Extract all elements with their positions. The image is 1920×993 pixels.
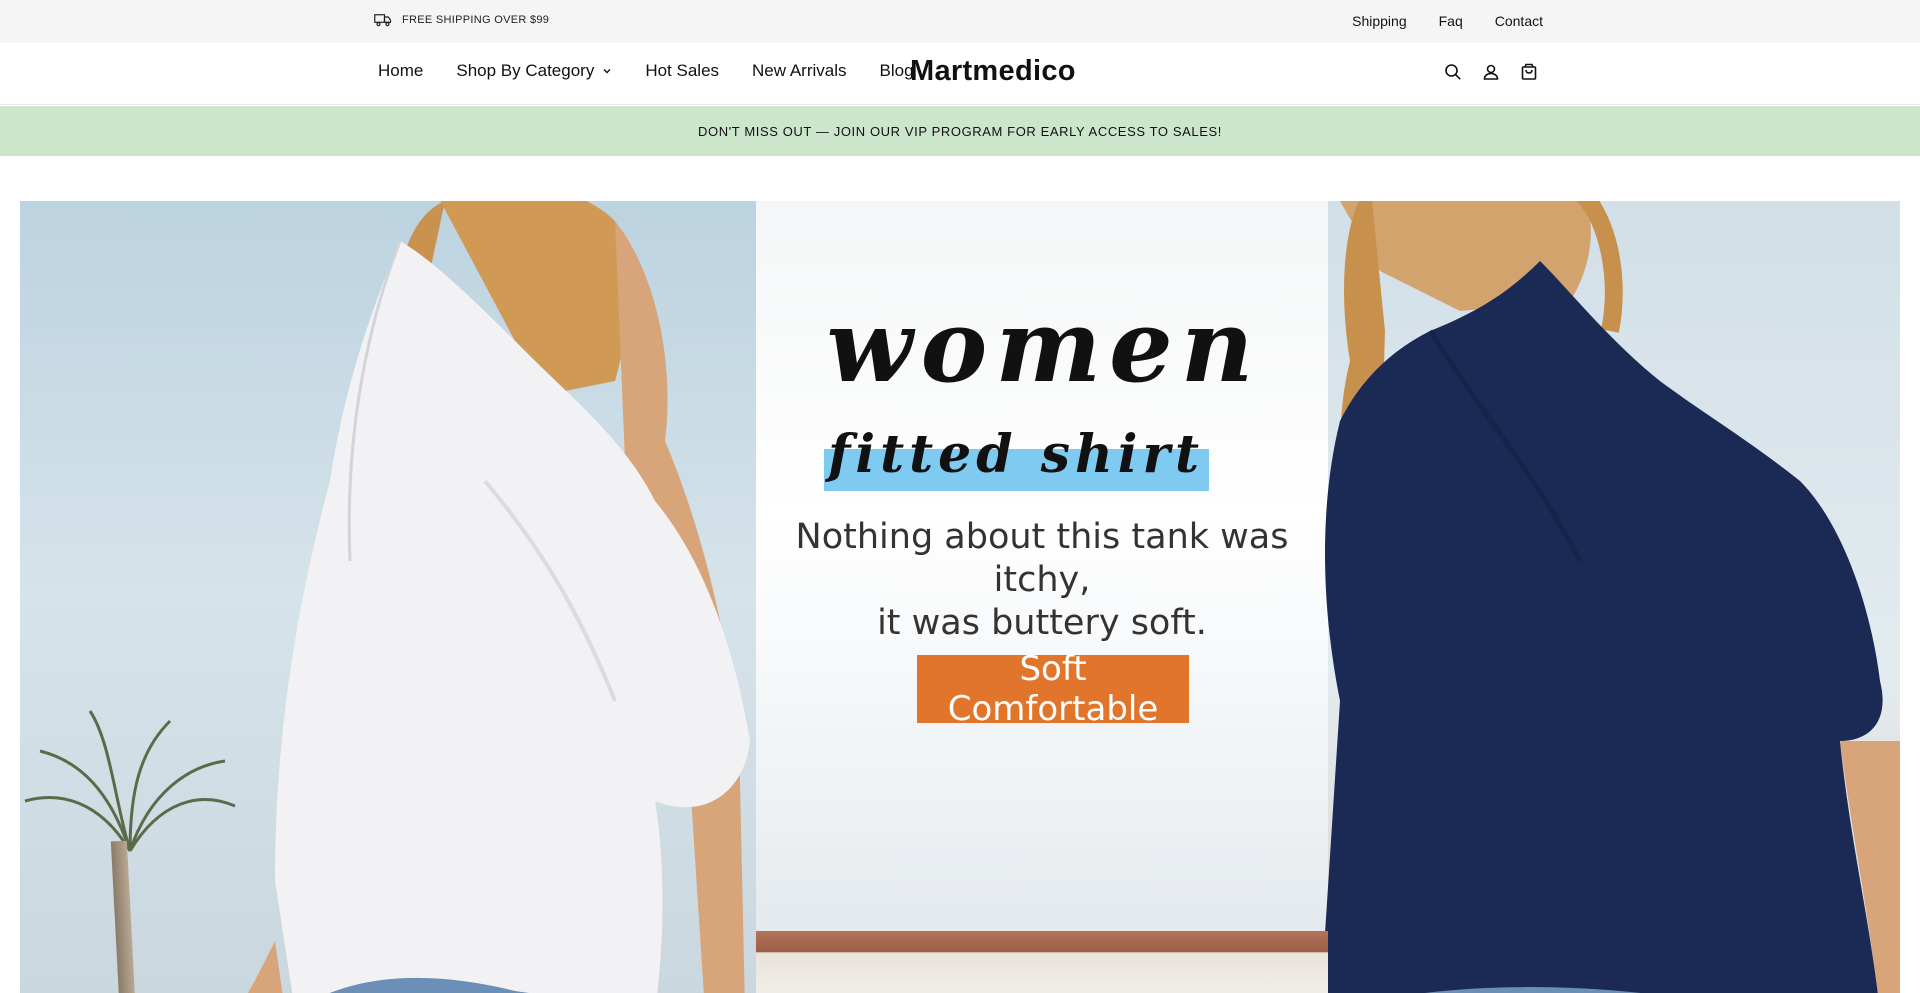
hero-subtitle: fitted shirt xyxy=(828,424,1204,485)
nav-blog[interactable]: Blog xyxy=(880,61,914,81)
shipping-note-text: FREE SHIPPING OVER $99 xyxy=(402,14,550,26)
hero-tagline-line-2: it was buttery soft. xyxy=(877,603,1207,643)
contact-link[interactable]: Contact xyxy=(1495,13,1543,29)
hero-tagline: Nothing about this tank was itchy, it wa… xyxy=(756,516,1328,645)
nav-home[interactable]: Home xyxy=(378,61,423,81)
nav-hot-sales[interactable]: Hot Sales xyxy=(645,61,719,81)
hero-title: women xyxy=(826,287,1262,405)
hero-banner[interactable]: women fitted shirt Nothing about this ta… xyxy=(20,201,1900,993)
free-shipping-note: FREE SHIPPING OVER $99 xyxy=(374,12,549,28)
main-header: Home Shop By Category Hot Sales New Arri… xyxy=(0,43,1920,105)
account-icon[interactable] xyxy=(1482,63,1500,81)
hero-copy: women fitted shirt Nothing about this ta… xyxy=(756,201,1328,993)
balcony-railing-image xyxy=(756,931,1328,993)
soft-comfortable-button[interactable]: Soft Comfortable xyxy=(917,649,1189,729)
model-white-shirt-image xyxy=(247,201,750,993)
shipping-link[interactable]: Shipping xyxy=(1352,13,1407,29)
hero-tagline-line-1: Nothing about this tank was itchy, xyxy=(795,517,1289,600)
faq-link[interactable]: Faq xyxy=(1439,13,1463,29)
site-logo[interactable]: Martmedico xyxy=(910,55,1076,88)
main-nav: Home Shop By Category Hot Sales New Arri… xyxy=(378,61,914,81)
promo-text[interactable]: DON'T MISS OUT — JOIN OUR VIP PROGRAM FO… xyxy=(698,124,1222,139)
nav-shop-by-category[interactable]: Shop By Category xyxy=(456,61,612,81)
utility-links: Shipping Faq Contact xyxy=(1352,13,1543,29)
promo-bar: DON'T MISS OUT — JOIN OUR VIP PROGRAM FO… xyxy=(0,106,1920,156)
truck-icon xyxy=(374,14,392,27)
cart-icon[interactable] xyxy=(1520,63,1538,81)
nav-new-arrivals[interactable]: New Arrivals xyxy=(752,61,846,81)
header-actions xyxy=(1444,63,1538,81)
model-navy-shirt-image xyxy=(1321,201,1900,993)
palm-tree-image xyxy=(24,710,236,852)
nav-shop-by-category-label: Shop By Category xyxy=(456,61,595,80)
top-utility-bar: FREE SHIPPING OVER $99 Shipping Faq Cont… xyxy=(0,0,1920,43)
chevron-down-icon xyxy=(603,69,611,74)
search-icon[interactable] xyxy=(1444,63,1462,81)
